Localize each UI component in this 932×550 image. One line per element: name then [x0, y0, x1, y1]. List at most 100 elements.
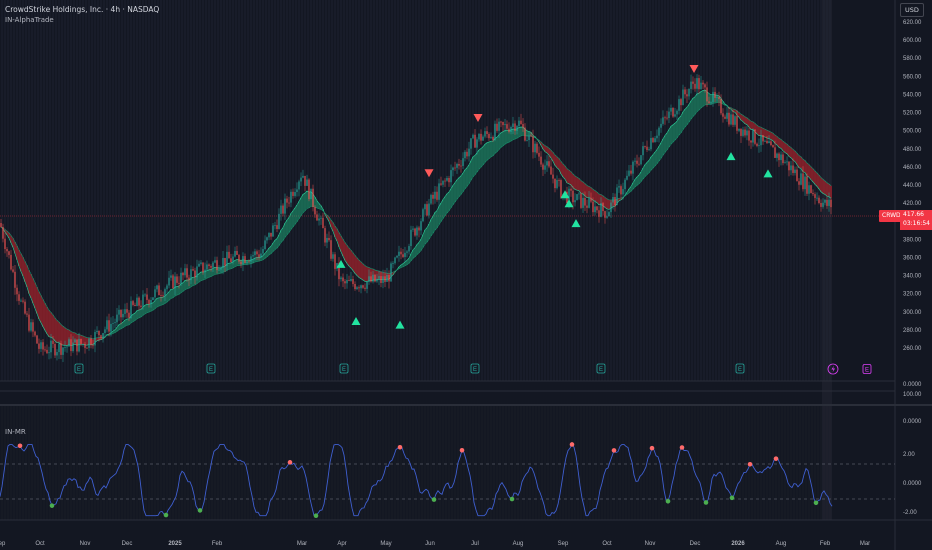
time-tick-label: 2026: [731, 541, 745, 547]
candle-body: [734, 116, 736, 125]
candle-body: [786, 161, 788, 163]
candle-body: [618, 186, 620, 188]
candle-body: [588, 197, 590, 208]
candle-body: [638, 163, 640, 165]
candle-body: [254, 251, 256, 256]
overbought-dot: [611, 448, 617, 453]
candle-body: [208, 264, 210, 267]
candle-body: [136, 297, 138, 307]
symbol-title[interactable]: CrowdStrike Holdings, Inc. · 4h · NASDAQ: [5, 5, 159, 14]
candle-body: [710, 102, 712, 104]
candle-body: [56, 352, 58, 356]
price-chart[interactable]: E E E E E E E 620.00 600.00 580.00 560.00 540.00 52…: [0, 0, 932, 550]
candle-body: [656, 135, 658, 139]
candle-body: [822, 202, 824, 207]
candle-body: [466, 151, 468, 157]
candle-body: [112, 323, 114, 324]
earnings-E-label: E: [473, 367, 477, 373]
candle-body: [16, 287, 18, 295]
earnings-E-label: E: [342, 367, 346, 373]
candle-body: [120, 309, 122, 318]
candle-body: [440, 183, 442, 185]
candle-body: [282, 205, 284, 214]
candle-body: [708, 101, 710, 104]
candle-body: [352, 279, 354, 284]
indicator-label[interactable]: IN-AlphaTrade: [5, 16, 54, 24]
price-tick-label: 500.00: [903, 129, 922, 135]
candle-body: [312, 188, 314, 208]
candle-body: [240, 261, 242, 265]
candle-body: [96, 330, 98, 333]
candle-body: [404, 252, 406, 257]
oversold-dot: [197, 508, 203, 513]
price-tick-label: 520.00: [903, 111, 922, 117]
candle-body: [422, 209, 424, 222]
candle-body: [370, 276, 372, 282]
candle-body: [508, 128, 510, 132]
candle-body: [770, 141, 772, 146]
candle-body: [334, 254, 336, 269]
candle-body: [346, 280, 348, 284]
candle-body: [452, 167, 454, 171]
time-tick-label: Sep: [0, 541, 6, 547]
osc-tick-label: -2.00: [903, 510, 917, 516]
last-price-value: 417.66: [903, 211, 924, 218]
candle-body: [364, 287, 366, 289]
candle-body: [430, 194, 432, 204]
bar-countdown: 03:16:54: [903, 220, 930, 227]
candle-body: [320, 217, 322, 219]
candle-body: [144, 294, 146, 296]
candle-body: [506, 124, 508, 129]
candle-body: [648, 149, 650, 151]
candle-body: [132, 301, 134, 305]
candle-body: [2, 227, 4, 239]
candle-body: [670, 107, 672, 112]
earnings-upcoming-label: E: [865, 368, 869, 374]
candle-body: [116, 314, 118, 323]
candle-body: [634, 160, 636, 162]
candle-body: [222, 257, 224, 268]
time-tick-label: Jun: [425, 541, 435, 547]
candle-body: [496, 123, 498, 131]
candle-body: [476, 139, 478, 148]
time-tick-label: Mar: [860, 541, 870, 547]
candle-body: [188, 277, 190, 281]
currency-button[interactable]: USD: [900, 3, 924, 17]
oscillator-label[interactable]: IN-MR: [5, 428, 26, 436]
candle-body: [548, 161, 550, 167]
candle-body: [52, 340, 54, 344]
candle-body: [492, 136, 494, 140]
price-tick-label: 320.00: [903, 292, 922, 298]
candle-body: [302, 175, 304, 178]
candle-body: [632, 161, 634, 174]
candle-body: [528, 135, 530, 141]
candle-body: [718, 97, 720, 100]
candle-body: [722, 113, 724, 117]
price-tick-label: 300.00: [903, 310, 922, 316]
candle-body: [744, 129, 746, 136]
candle-body: [170, 275, 172, 278]
candle-body: [518, 120, 520, 127]
candle-body: [196, 266, 198, 278]
candle-body: [20, 300, 22, 302]
candle-body: [314, 207, 316, 215]
candle-body: [8, 251, 10, 255]
oversold-dot: [509, 496, 515, 502]
candle-body: [46, 349, 48, 354]
candle-body: [764, 140, 766, 142]
candle-body: [182, 272, 184, 276]
candle-body: [684, 89, 686, 95]
candle-body: [444, 180, 446, 182]
price-tick-label: 540.00: [903, 92, 922, 98]
candle-body: [520, 120, 522, 125]
candle-body: [490, 136, 492, 139]
candle-body: [468, 148, 470, 157]
time-tick-label: Aug: [513, 541, 524, 547]
osc-tick-label: 0.0000: [903, 419, 922, 425]
candle-body: [162, 295, 164, 297]
candle-body: [376, 278, 378, 282]
time-tick-label: Apr: [337, 541, 346, 547]
candle-body: [106, 320, 108, 330]
price-tick-label: 460.00: [903, 165, 922, 171]
candle-body: [218, 269, 220, 271]
